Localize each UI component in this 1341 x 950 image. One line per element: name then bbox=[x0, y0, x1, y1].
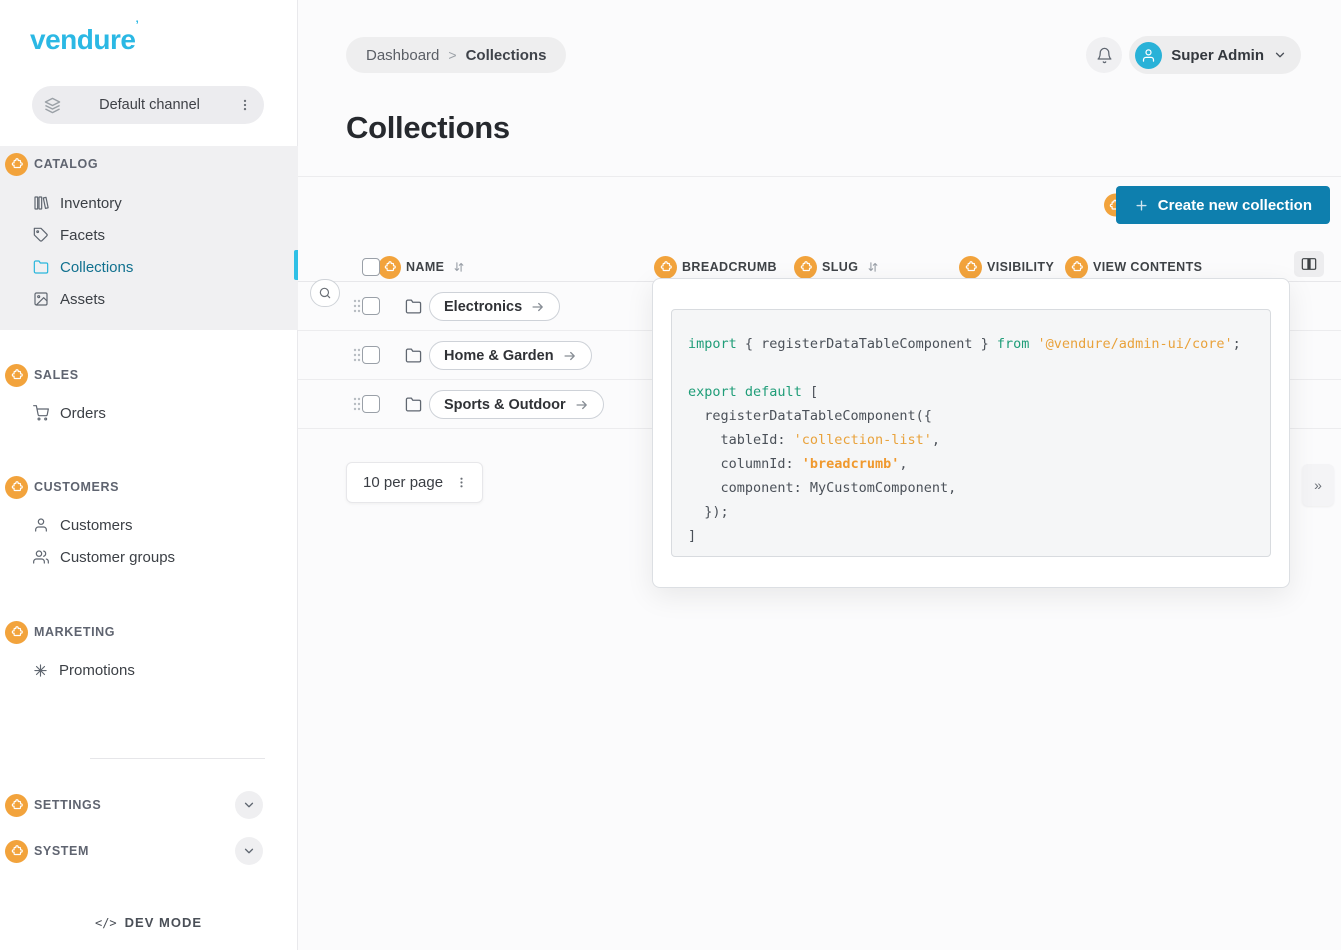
column-header-slug[interactable]: SLUG bbox=[794, 253, 880, 281]
users-icon bbox=[33, 549, 49, 565]
devmode-extension-badge[interactable] bbox=[794, 256, 817, 279]
sidebar-item-promotions[interactable]: Promotions bbox=[33, 655, 135, 685]
asterisk-icon bbox=[33, 663, 48, 678]
column-header-breadcrumb[interactable]: BREADCRUMB bbox=[654, 253, 777, 281]
channel-label: Default channel bbox=[61, 97, 238, 113]
drag-handle[interactable] bbox=[353, 397, 361, 411]
code-block: import { registerDataTableComponent } fr… bbox=[671, 309, 1271, 557]
devmode-extension-badge[interactable] bbox=[5, 794, 28, 817]
folder-icon bbox=[405, 396, 422, 413]
devmode-extension-badge[interactable] bbox=[378, 256, 401, 279]
sidebar-divider bbox=[90, 758, 265, 759]
devmode-code-popover: import { registerDataTableComponent } fr… bbox=[652, 278, 1290, 588]
breadcrumb-dashboard-link[interactable]: Dashboard bbox=[366, 47, 439, 64]
notifications-button[interactable] bbox=[1086, 37, 1122, 73]
user-icon bbox=[33, 517, 49, 533]
active-item-indicator bbox=[294, 250, 298, 280]
channel-selector[interactable]: Default channel bbox=[32, 86, 264, 124]
sort-icon[interactable] bbox=[452, 260, 466, 274]
sidebar-item-assets[interactable]: Assets bbox=[33, 284, 105, 314]
section-header-catalog[interactable]: CATALOG bbox=[5, 152, 98, 176]
column-header-visibility[interactable]: VISIBILITY bbox=[959, 253, 1054, 281]
chevron-down-icon bbox=[1273, 48, 1287, 62]
devmode-extension-badge[interactable] bbox=[959, 256, 982, 279]
devmode-extension-badge[interactable] bbox=[5, 153, 28, 176]
arrow-right-icon bbox=[563, 349, 577, 363]
section-header-system[interactable]: SYSTEM bbox=[5, 839, 89, 863]
sidebar-item-customer-groups[interactable]: Customer groups bbox=[33, 542, 175, 572]
devmode-extension-badge[interactable] bbox=[5, 840, 28, 863]
collection-link[interactable]: Home & Garden bbox=[429, 341, 592, 370]
section-header-settings[interactable]: SETTINGS bbox=[5, 793, 101, 817]
next-page-button[interactable]: » bbox=[1302, 464, 1334, 506]
bell-icon bbox=[1096, 47, 1113, 64]
arrow-right-icon bbox=[531, 300, 545, 314]
plus-icon bbox=[1134, 198, 1149, 213]
breadcrumb-current: Collections bbox=[466, 47, 547, 64]
select-all-checkbox[interactable] bbox=[362, 258, 380, 276]
breadcrumb: Dashboard > Collections bbox=[346, 37, 566, 73]
layers-icon bbox=[44, 97, 61, 114]
devmode-extension-badge[interactable] bbox=[5, 364, 28, 387]
vendure-admin-app: vendureʼ Default channel CATALOG bbox=[0, 0, 1341, 950]
create-new-collection-button[interactable]: Create new collection bbox=[1116, 186, 1330, 224]
devmode-extension-badge[interactable] bbox=[5, 476, 28, 499]
sidebar: vendureʼ Default channel CATALOG bbox=[0, 0, 298, 950]
user-menu[interactable]: Super Admin bbox=[1129, 36, 1301, 74]
devmode-extension-badge[interactable] bbox=[5, 621, 28, 644]
drag-handle[interactable] bbox=[353, 299, 361, 313]
user-name: Super Admin bbox=[1171, 47, 1264, 64]
sidebar-item-facets[interactable]: Facets bbox=[33, 220, 105, 250]
column-settings-button[interactable] bbox=[1294, 251, 1324, 277]
kebab-menu-icon bbox=[455, 476, 468, 489]
sidebar-item-inventory[interactable]: Inventory bbox=[33, 188, 122, 218]
avatar bbox=[1135, 42, 1162, 69]
vendure-logo: vendureʼ bbox=[30, 24, 138, 56]
sidebar-item-customers[interactable]: Customers bbox=[33, 510, 133, 540]
collection-link[interactable]: Electronics bbox=[429, 292, 560, 321]
arrow-right-icon bbox=[575, 398, 589, 412]
folder-icon bbox=[405, 298, 422, 315]
row-checkbox[interactable] bbox=[362, 346, 380, 364]
section-header-marketing[interactable]: MARKETING bbox=[5, 620, 115, 644]
row-checkbox[interactable] bbox=[362, 297, 380, 315]
image-icon bbox=[33, 291, 49, 307]
collection-link[interactable]: Sports & Outdoor bbox=[429, 390, 604, 419]
drag-handle[interactable] bbox=[353, 348, 361, 362]
devmode-extension-badge[interactable] bbox=[654, 256, 677, 279]
main-content: Dashboard > Collections Super Admin Coll… bbox=[298, 0, 1341, 950]
sort-icon[interactable] bbox=[866, 260, 880, 274]
column-header-name[interactable]: NAME bbox=[378, 253, 466, 281]
header-divider bbox=[298, 176, 1341, 177]
section-header-customers[interactable]: CUSTOMERS bbox=[5, 475, 119, 499]
breadcrumb-separator: > bbox=[448, 47, 456, 63]
page-title: Collections bbox=[346, 110, 510, 146]
table-header: NAME BREADCRUMB SLUG bbox=[298, 253, 1341, 281]
inventory-icon bbox=[33, 195, 49, 211]
sidebar-item-collections[interactable]: Collections bbox=[33, 252, 133, 282]
section-header-sales[interactable]: SALES bbox=[5, 363, 79, 387]
devmode-extension-badge[interactable] bbox=[1065, 256, 1088, 279]
sidebar-item-orders[interactable]: Orders bbox=[33, 398, 106, 428]
search-icon bbox=[318, 286, 332, 300]
dev-mode-toggle[interactable]: </> DEV MODE bbox=[0, 915, 297, 930]
folder-icon bbox=[405, 347, 422, 364]
settings-expand-button[interactable] bbox=[235, 791, 263, 819]
channel-menu-icon[interactable] bbox=[238, 98, 252, 112]
code-snippet: import { registerDataTableComponent } fr… bbox=[688, 332, 1254, 548]
catalog-section: CATALOG Inventory Facets Collections bbox=[0, 146, 298, 330]
folder-open-icon bbox=[33, 259, 49, 275]
cart-icon bbox=[33, 405, 49, 421]
column-header-view-contents[interactable]: VIEW CONTENTS bbox=[1065, 253, 1202, 281]
row-checkbox[interactable] bbox=[362, 395, 380, 413]
code-icon: </> bbox=[95, 916, 117, 930]
tag-icon bbox=[33, 227, 49, 243]
system-expand-button[interactable] bbox=[235, 837, 263, 865]
table-search-button[interactable] bbox=[310, 279, 340, 307]
items-per-page-select[interactable]: 10 per page bbox=[346, 462, 483, 503]
